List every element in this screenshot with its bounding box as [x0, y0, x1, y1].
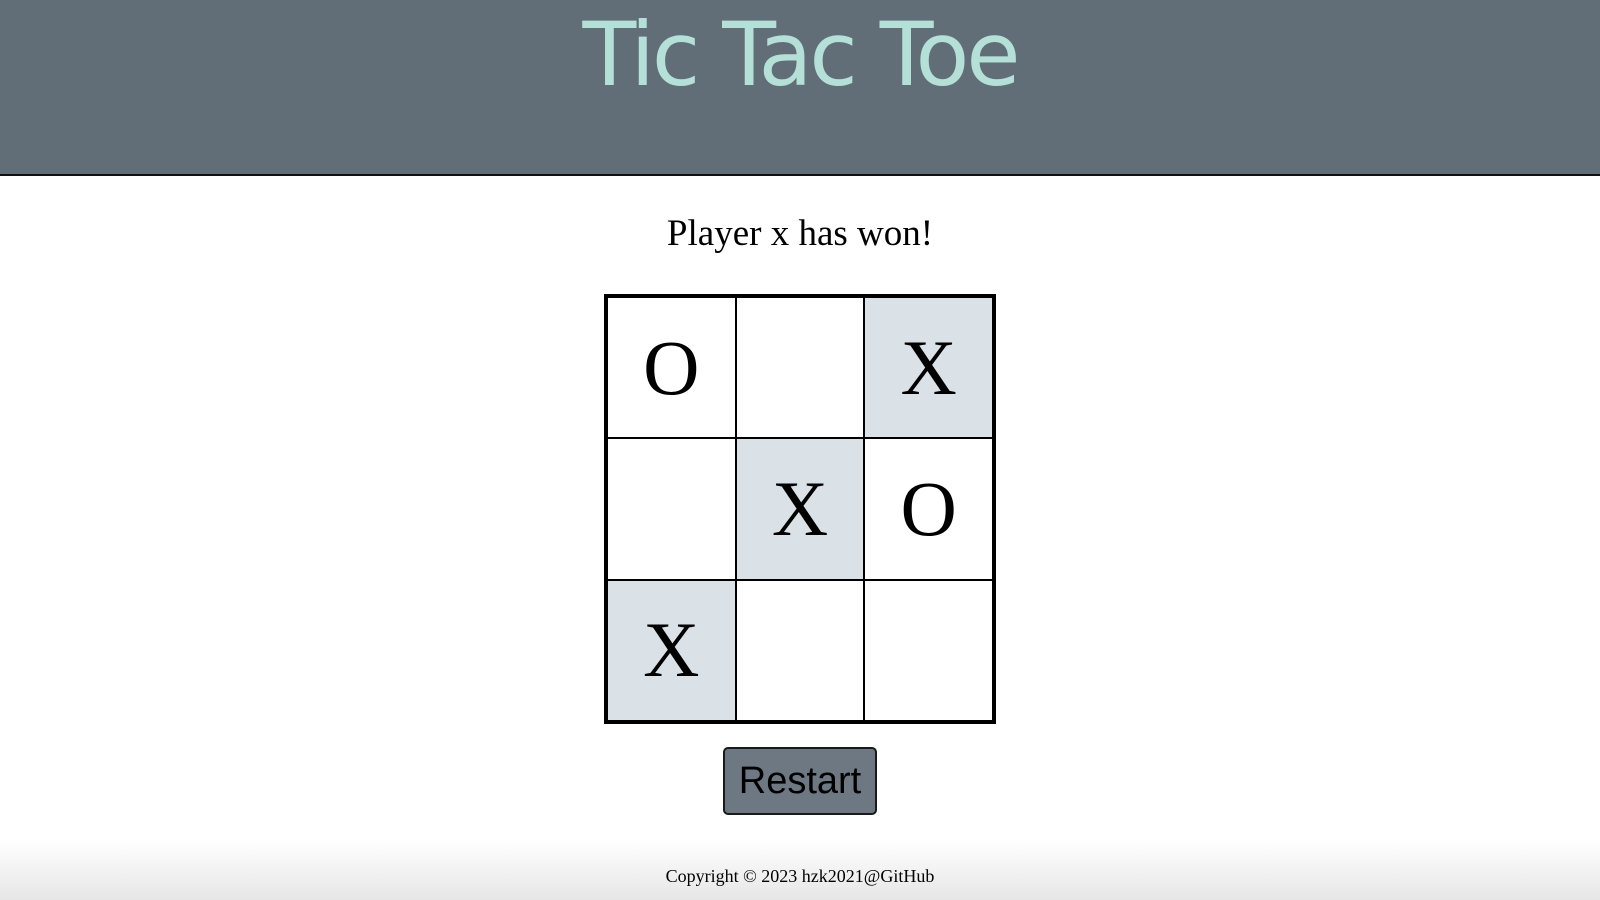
board-cell-8[interactable]: [735, 579, 865, 721]
board-cell-5[interactable]: X: [735, 438, 865, 580]
board-cell-7[interactable]: X: [607, 579, 736, 721]
page-title: Tic Tac Toe: [582, 3, 1020, 107]
footer-copyright: Copyright © 2023 hzk2021@GitHub: [665, 866, 935, 886]
game-board: O X X O X: [604, 294, 996, 724]
header: Tic Tac Toe: [0, 0, 1600, 176]
restart-button[interactable]: Restart: [723, 747, 877, 815]
game-status: Player x has won!: [666, 213, 934, 254]
board-cell-4[interactable]: [607, 438, 736, 580]
board-cell-2[interactable]: [735, 297, 865, 439]
board-cell-1[interactable]: O: [607, 297, 736, 439]
board-cell-6[interactable]: O: [864, 438, 993, 580]
board-cell-3[interactable]: X: [864, 297, 993, 439]
board-cell-9[interactable]: [864, 579, 993, 721]
